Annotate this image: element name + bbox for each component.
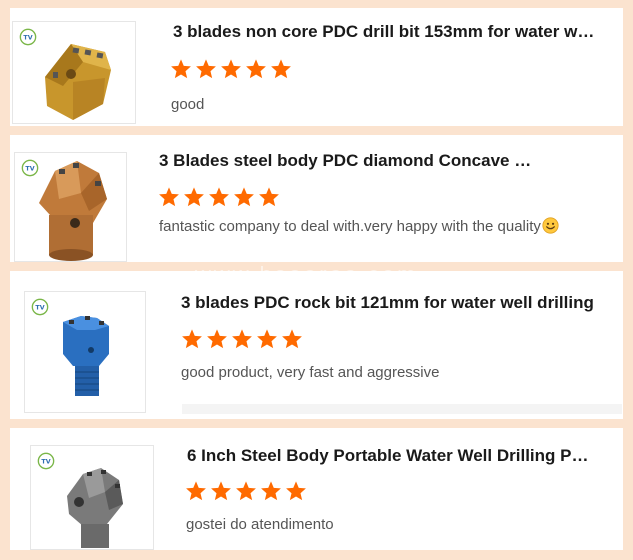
star-icon [207,329,227,349]
star-icon [209,187,229,207]
product-thumbnail[interactable]: TV [14,152,127,262]
star-rating [170,58,292,80]
star-rating [185,480,307,502]
gray-steel-body-bit-image [67,468,123,548]
star-icon [182,329,202,349]
gold-pdc-drill-bit-image [45,44,111,120]
review-text: gostei do atendimento [186,516,334,533]
review-text: good product, very fast and aggressive [181,364,440,381]
product-title[interactable]: 3 blades non core PDC drill bit 153mm fo… [173,22,598,42]
review-card-1[interactable]: TV 3 blades non core PDC drill bit 153mm… [10,8,623,126]
star-icon [259,187,279,207]
product-thumbnail[interactable]: TV [24,291,146,413]
star-icon [282,329,302,349]
star-icon [186,481,206,501]
review-text: good [171,96,205,113]
product-thumbnail[interactable]: TV [30,445,154,550]
star-icon [261,481,281,501]
review-text: fantastic company to deal with.very happ… [159,218,541,235]
star-icon [286,481,306,501]
card-footer-strip [182,404,622,414]
star-icon [196,59,216,79]
star-icon [246,59,266,79]
review-text-row: fantastic company to deal with.very happ… [159,217,559,235]
review-card-3[interactable]: TV 3 blades PDC rock bit 121mm for water… [10,271,623,419]
star-icon [271,59,291,79]
star-icon [221,59,241,79]
star-icon [236,481,256,501]
review-card-2[interactable]: TV 3 Blades steel body PDC diamond Conca… [10,135,623,262]
star-icon [257,329,277,349]
smiley-emoji-icon [542,217,559,234]
star-rating [158,186,280,208]
star-icon [234,187,254,207]
product-thumbnail[interactable]: TV [12,21,136,124]
product-title[interactable]: 3 Blades steel body PDC diamond Concave … [159,151,539,171]
blue-pdc-rock-bit-image [63,316,109,396]
review-card-4[interactable]: TV 6 Inch Steel Body Portable Water Well… [10,428,623,550]
star-icon [159,187,179,207]
star-rating [181,328,303,350]
star-icon [232,329,252,349]
star-icon [211,481,231,501]
star-icon [171,59,191,79]
star-icon [184,187,204,207]
copper-pdc-concave-bit-image [39,161,107,261]
product-title[interactable]: 6 Inch Steel Body Portable Water Well Dr… [187,446,597,466]
product-title[interactable]: 3 blades PDC rock bit 121mm for water we… [181,293,601,313]
